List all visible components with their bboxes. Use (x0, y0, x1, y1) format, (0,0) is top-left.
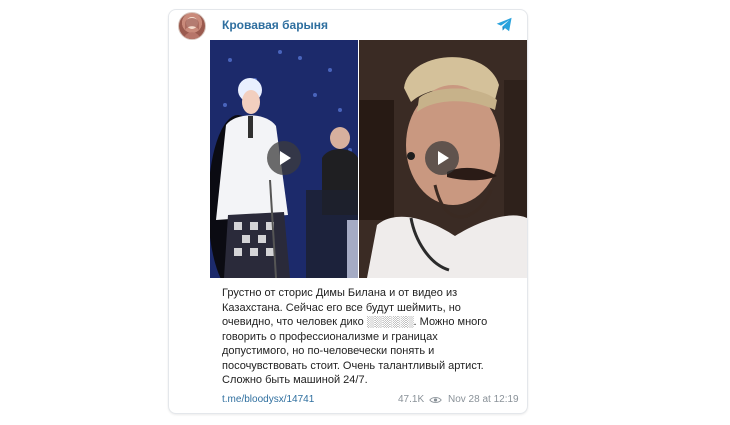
play-icon[interactable] (267, 141, 301, 175)
media-grid (210, 40, 527, 278)
avatar-portrait-icon (184, 17, 200, 39)
channel-name[interactable]: Кровавая барыня (222, 18, 328, 32)
channel-avatar[interactable] (178, 12, 206, 40)
video-thumbnail-left[interactable] (210, 40, 358, 278)
post-footer: t.me/bloodysx/14741 47.1K Nov 28 at 12:1… (222, 394, 519, 408)
post-link[interactable]: t.me/bloodysx/14741 (222, 394, 314, 405)
play-icon[interactable] (425, 141, 459, 175)
timestamp: Nov 28 at 12:19 (448, 394, 519, 405)
post-header: Кровавая барыня (169, 10, 527, 40)
telegram-icon[interactable] (496, 17, 513, 32)
eye-icon (429, 397, 442, 403)
telegram-post-card: Кровавая барыня Грустно от сторис Димы Б… (168, 9, 528, 414)
post-text: Грустно от сторис Димы Билана и от видео… (222, 287, 488, 386)
view-count: 47.1K (398, 394, 425, 405)
video-thumbnail-right[interactable] (359, 40, 527, 278)
